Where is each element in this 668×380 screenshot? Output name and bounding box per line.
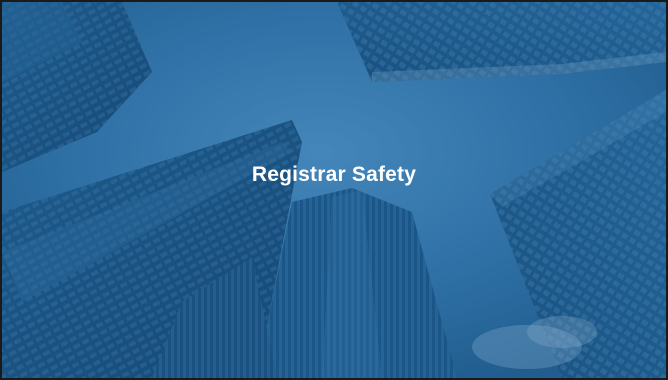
blue-overlay: [2, 2, 666, 378]
skyscraper-background-image: [2, 2, 666, 378]
slide: Registrar Safety: [0, 0, 668, 380]
slide-title: Registrar Safety: [251, 163, 417, 186]
